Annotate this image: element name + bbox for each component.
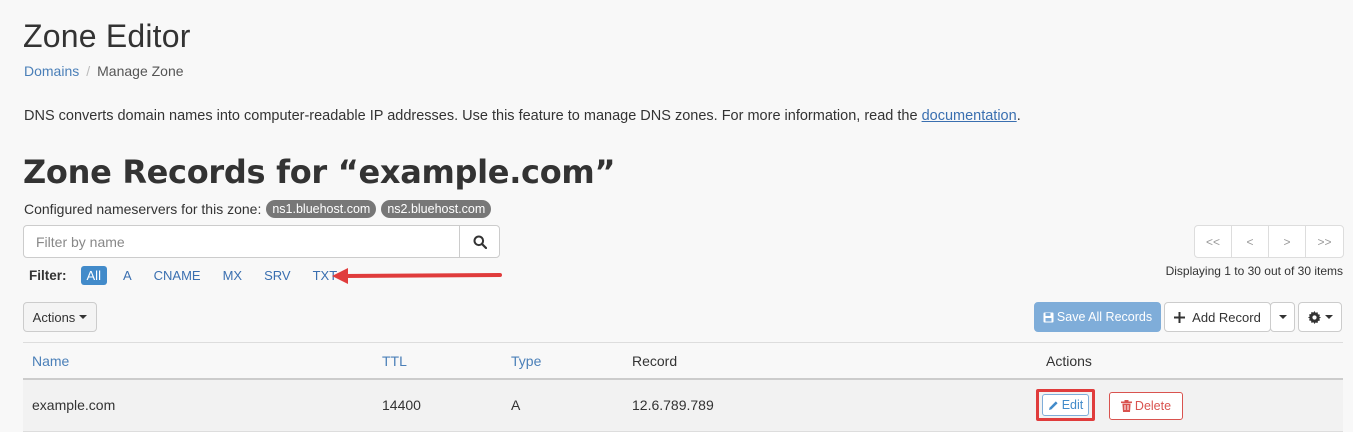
- cell-ttl: 14400: [382, 397, 421, 413]
- description-text: DNS converts domain names into computer-…: [24, 108, 922, 124]
- table-row: example.com 14400 A 12.6.789.789 Edit De…: [23, 380, 1343, 432]
- edit-highlight-box: Edit: [1036, 389, 1095, 421]
- filter-search-group: [23, 225, 500, 258]
- filter-by-name-input[interactable]: [24, 226, 459, 257]
- zone-records-table: Name TTL Type Record Actions example.com…: [23, 342, 1343, 432]
- page-description: DNS converts domain names into computer-…: [24, 108, 1021, 124]
- save-all-label: Save All Records: [1056, 310, 1153, 324]
- nameservers-label: Configured nameservers for this zone:: [24, 201, 262, 217]
- caret-down-icon: [1324, 315, 1333, 319]
- next-page-button[interactable]: >: [1269, 226, 1306, 257]
- caret-down-icon: [1278, 315, 1287, 319]
- add-record-button[interactable]: Add Record: [1164, 302, 1271, 332]
- edit-label: Edit: [1061, 398, 1084, 412]
- save-all-records-button[interactable]: Save All Records: [1034, 302, 1161, 332]
- search-button[interactable]: [459, 226, 499, 257]
- filter-cname[interactable]: CNAME: [148, 266, 207, 285]
- description-suffix: .: [1016, 108, 1021, 124]
- pagination-status: Displaying 1 to 30 out of 30 items: [1165, 264, 1343, 278]
- breadcrumb-domains-link[interactable]: Domains: [24, 63, 79, 79]
- column-header-ttl[interactable]: TTL: [382, 353, 407, 369]
- delete-label: Delete: [1134, 399, 1172, 413]
- plus-icon: [1174, 311, 1186, 323]
- annotation-arrow-icon: [332, 268, 502, 284]
- trash-icon: [1120, 400, 1132, 412]
- actions-dropdown-button[interactable]: Actions: [23, 302, 97, 332]
- search-icon: [473, 235, 487, 249]
- breadcrumb: Domains / Manage Zone: [24, 63, 184, 79]
- cell-record: 12.6.789.789: [632, 397, 714, 413]
- column-header-type[interactable]: Type: [511, 353, 541, 369]
- add-record-label: Add Record: [1192, 309, 1261, 325]
- documentation-link[interactable]: documentation: [922, 108, 1017, 124]
- actions-label: Actions: [32, 309, 76, 325]
- cell-type: A: [511, 397, 521, 413]
- table-header: Name TTL Type Record Actions: [23, 342, 1343, 380]
- column-header-actions: Actions: [1046, 353, 1092, 369]
- nameserver-badge: ns1.bluehost.com: [266, 200, 377, 218]
- page-title: Zone Editor: [23, 18, 191, 54]
- filter-a[interactable]: A: [117, 266, 138, 285]
- breadcrumb-current: Manage Zone: [97, 63, 184, 79]
- filter-srv[interactable]: SRV: [258, 266, 297, 285]
- first-page-button[interactable]: <<: [1195, 226, 1232, 257]
- filter-all[interactable]: All: [80, 266, 107, 285]
- filter-type-bar: Filter: All A CNAME MX SRV TXT: [29, 266, 353, 285]
- nameservers-line: Configured nameservers for this zone: ns…: [24, 200, 492, 218]
- prev-page-button[interactable]: <: [1232, 226, 1269, 257]
- cell-name: example.com: [32, 397, 116, 413]
- filter-mx[interactable]: MX: [217, 266, 249, 285]
- nameserver-badge: ns2.bluehost.com: [381, 200, 492, 218]
- delete-button[interactable]: Delete: [1109, 392, 1183, 420]
- last-page-button[interactable]: >>: [1306, 226, 1343, 257]
- settings-dropdown-button[interactable]: [1298, 302, 1342, 332]
- pencil-icon: [1048, 400, 1058, 410]
- gear-icon: [1307, 310, 1321, 324]
- column-header-name[interactable]: Name: [32, 353, 69, 369]
- zone-records-title: Zone Records for “example.com”: [23, 153, 616, 191]
- pagination: << < > >>: [1194, 225, 1344, 258]
- column-header-record: Record: [632, 353, 678, 369]
- breadcrumb-separator: /: [86, 63, 91, 79]
- add-record-dropdown-toggle[interactable]: [1270, 302, 1295, 332]
- save-icon: [1043, 312, 1054, 322]
- filter-label: Filter:: [29, 268, 67, 283]
- edit-button[interactable]: Edit: [1042, 394, 1089, 416]
- caret-down-icon: [79, 315, 88, 319]
